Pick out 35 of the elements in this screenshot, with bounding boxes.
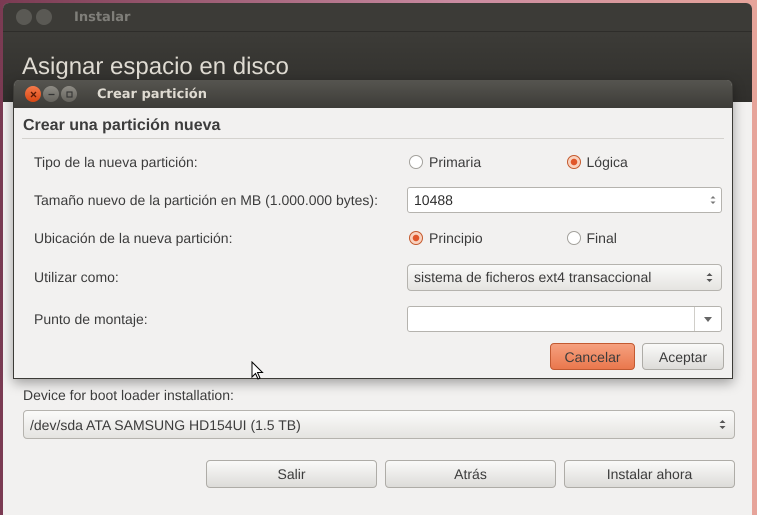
filesystem-dropdown[interactable]: sistema de ficheros ext4 transaccional	[407, 264, 722, 290]
dropdown-arrow-icon[interactable]	[704, 316, 712, 322]
size-spin-field[interactable]: 10488	[407, 187, 722, 213]
dialog-button[interactable]: Salir	[206, 460, 377, 488]
radio-button[interactable]	[566, 231, 580, 245]
maximize-icon[interactable]	[61, 86, 77, 102]
radio-label[interactable]: Lógica	[586, 154, 628, 170]
mount-point-combo-field[interactable]	[407, 306, 722, 332]
radio-label[interactable]: Principio	[429, 230, 483, 246]
spin-arrows-icon[interactable]	[710, 195, 716, 205]
dialog-button[interactable]: Instalar ahora	[564, 460, 735, 488]
field-label: Tamaño nuevo de la partición en MB (1.000.000 bytes):	[34, 192, 379, 208]
close-icon[interactable]	[25, 86, 41, 102]
radio-label[interactable]: Final	[586, 230, 617, 246]
radio-button[interactable]	[409, 155, 423, 169]
radio-button[interactable]	[566, 155, 580, 169]
field-label: Ubicación de la nueva partición:	[34, 230, 234, 246]
mouse-pointer-icon	[251, 361, 264, 380]
up-down-arrows-icon	[719, 419, 726, 430]
dialog-button[interactable]: Cancelar	[550, 343, 635, 370]
dialog-heading: Crear una partición nueva	[22, 117, 724, 139]
window-title: Instalar	[74, 10, 130, 24]
field-label: Tipo de la nueva partición:	[34, 154, 199, 170]
dialog-button[interactable]: Aceptar	[642, 343, 724, 370]
boot-loader-dropdown[interactable]: /dev/sda ATA SAMSUNG HD154UI (1.5 TB)	[23, 410, 735, 439]
dialog-title: Crear partición	[97, 86, 207, 102]
boot-loader-label: Device for boot loader installation:	[23, 387, 235, 403]
radio-button[interactable]	[409, 231, 423, 245]
page-heading: Asignar espacio en disco	[22, 53, 289, 81]
minimize-icon[interactable]	[43, 86, 59, 102]
up-down-arrows-icon	[706, 272, 713, 282]
radio-label[interactable]: Primaria	[429, 154, 482, 170]
field-label: Utilizar como:	[34, 269, 120, 285]
dialog-button[interactable]: Atrás	[385, 460, 556, 488]
field-label: Punto de montaje:	[34, 311, 149, 327]
